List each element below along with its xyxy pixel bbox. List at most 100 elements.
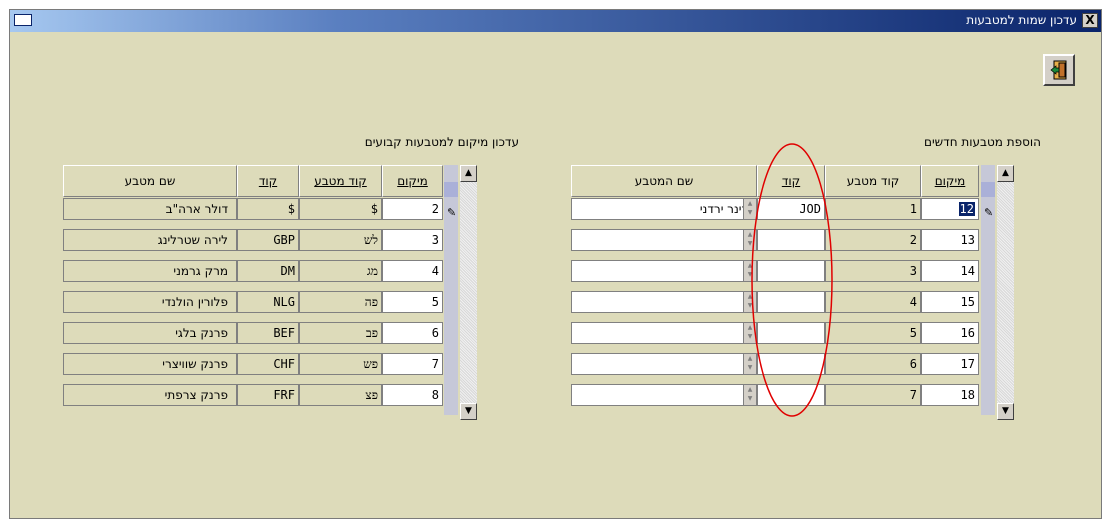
left-header-currency-name[interactable]: שם מטבע	[63, 165, 237, 197]
left-code-cell[interactable]: FRF	[237, 384, 299, 406]
left-location-cell[interactable]: 3	[382, 229, 443, 251]
left-currency-code-cell-value: פב	[365, 326, 378, 340]
row-selector-header	[981, 182, 995, 197]
scroll-down-button[interactable]: ▼	[997, 403, 1014, 420]
left-code-cell[interactable]: CHF	[237, 353, 299, 375]
currency-name-cell[interactable]	[571, 353, 757, 375]
currency-code-cell[interactable]: 2	[825, 229, 921, 251]
left-code-cell[interactable]: GBP	[237, 229, 299, 251]
currency-code-cell[interactable]: 1	[825, 198, 921, 220]
left-currency-name-cell[interactable]: פרנק צרפתי	[63, 384, 237, 406]
left-code-cell[interactable]: $	[237, 198, 299, 220]
left-currency-code-cell[interactable]: לש	[299, 229, 382, 251]
left-code-cell[interactable]: NLG	[237, 291, 299, 313]
currency-code-cell[interactable]: 6	[825, 353, 921, 375]
left-pencil-icon: ✎	[447, 206, 457, 219]
left-header-code-label: קוד	[258, 174, 278, 188]
left-currency-name-cell-value: פלורין הולנדי	[161, 295, 228, 309]
left-header-location[interactable]: מיקום	[382, 165, 443, 197]
location-cell[interactable]: 13	[921, 229, 979, 251]
exit-door-icon	[1050, 60, 1067, 80]
currency-code-cell-value: 7	[909, 388, 917, 402]
location-cell-value: 17	[960, 357, 975, 371]
left-scroll-up-button[interactable]: ▲	[460, 165, 477, 182]
left-currency-code-cell-value: פה	[364, 295, 378, 309]
left-location-cell-value: 8	[431, 388, 439, 402]
currency-name-cell[interactable]	[571, 291, 757, 313]
currency-code-cell-value: 2	[909, 233, 917, 247]
left-code-cell[interactable]: DM	[237, 260, 299, 282]
header-currency-code-label: קוד מטבע	[846, 174, 900, 188]
location-cell[interactable]: 12	[921, 198, 979, 220]
currency-code-cell-value: 6	[909, 357, 917, 371]
left-currency-code-cell[interactable]: פצ	[299, 384, 382, 406]
left-currency-code-cell[interactable]: פב	[299, 322, 382, 344]
left-row-selector-header	[444, 182, 458, 197]
left-header-code[interactable]: קוד	[237, 165, 299, 197]
header-location[interactable]: מיקום	[921, 165, 979, 197]
left-location-cell[interactable]: 5	[382, 291, 443, 313]
left-currency-name-cell[interactable]: פרנק שוויצרי	[63, 353, 237, 375]
left-location-cell[interactable]: 4	[382, 260, 443, 282]
left-currency-name-cell[interactable]: לירה שטרלינג	[63, 229, 237, 251]
close-button[interactable]: X	[1082, 13, 1098, 28]
left-location-cell-value: 2	[431, 202, 439, 216]
left-location-cell[interactable]: 2	[382, 198, 443, 220]
left-location-cell-value: 7	[431, 357, 439, 371]
left-currency-code-cell[interactable]: $	[299, 198, 382, 220]
left-scrollbar[interactable]: ▲ ▼	[460, 165, 477, 420]
header-currency-name-label: שם המטבע	[634, 174, 694, 188]
left-header-currency-name-label: שם מטבע	[124, 174, 176, 188]
currency-name-cell[interactable]	[571, 229, 757, 251]
scroll-up-button[interactable]: ▲	[997, 165, 1014, 182]
location-cell[interactable]: 17	[921, 353, 979, 375]
left-location-cell[interactable]: 6	[382, 322, 443, 344]
currency-code-cell[interactable]: 5	[825, 322, 921, 344]
left-header-currency-code[interactable]: קוד מטבע	[299, 165, 382, 197]
currency-name-cell[interactable]	[571, 322, 757, 344]
exit-button[interactable]	[1043, 54, 1075, 86]
left-currency-code-cell[interactable]: פש	[299, 353, 382, 375]
location-cell[interactable]: 15	[921, 291, 979, 313]
left-currency-name-cell[interactable]: פלורין הולנדי	[63, 291, 237, 313]
left-currency-code-cell-value: מג	[366, 264, 378, 278]
currency-code-cell[interactable]: 4	[825, 291, 921, 313]
left-currency-name-cell[interactable]: פרנק בלגי	[63, 322, 237, 344]
left-header-location-label: מיקום	[397, 174, 428, 188]
left-section-title: עדכון מיקום למטבעות קבועים	[364, 135, 519, 149]
left-currency-code-cell-value: פצ	[365, 388, 378, 402]
left-location-cell-value: 6	[431, 326, 439, 340]
currency-code-cell-value: 1	[909, 202, 917, 216]
currency-name-cell[interactable]: דינר ירדני	[571, 198, 757, 220]
right-section-title: הוספת מטבעות חדשים	[924, 135, 1041, 149]
header-location-label: מיקום	[934, 174, 966, 188]
left-currency-code-cell[interactable]: מג	[299, 260, 382, 282]
left-currency-code-cell[interactable]: פה	[299, 291, 382, 313]
right-scrollbar[interactable]: ▲ ▼	[997, 165, 1014, 420]
left-currency-name-cell-value: פרנק שוויצרי	[162, 357, 228, 371]
header-currency-code[interactable]: קוד מטבע	[825, 165, 921, 197]
currency-code-cell[interactable]: 3	[825, 260, 921, 282]
location-cell[interactable]: 16	[921, 322, 979, 344]
currency-code-cell[interactable]: 7	[825, 384, 921, 406]
left-code-cell-value: FRF	[273, 388, 295, 402]
left-code-cell-value: DM	[280, 264, 295, 278]
left-currency-name-cell[interactable]: דולר ארה"ב	[63, 198, 237, 220]
header-currency-name[interactable]: שם המטבע	[571, 165, 757, 197]
left-location-cell[interactable]: 8	[382, 384, 443, 406]
left-currency-code-cell-value: לש	[363, 233, 378, 247]
location-cell-value: 16	[960, 326, 975, 340]
row-selector-column	[981, 165, 995, 415]
left-currency-name-cell[interactable]: מרק גרמני	[63, 260, 237, 282]
left-code-cell[interactable]: BEF	[237, 322, 299, 344]
currency-name-cell[interactable]	[571, 384, 757, 406]
location-cell[interactable]: 14	[921, 260, 979, 282]
left-scroll-down-button[interactable]: ▼	[460, 403, 477, 420]
left-code-cell-value: CHF	[273, 357, 295, 371]
left-code-cell-value: GBP	[273, 233, 295, 247]
window-icon	[14, 14, 32, 26]
pencil-icon: ✎	[984, 206, 994, 219]
location-cell[interactable]: 18	[921, 384, 979, 406]
currency-name-cell[interactable]	[571, 260, 757, 282]
left-location-cell[interactable]: 7	[382, 353, 443, 375]
